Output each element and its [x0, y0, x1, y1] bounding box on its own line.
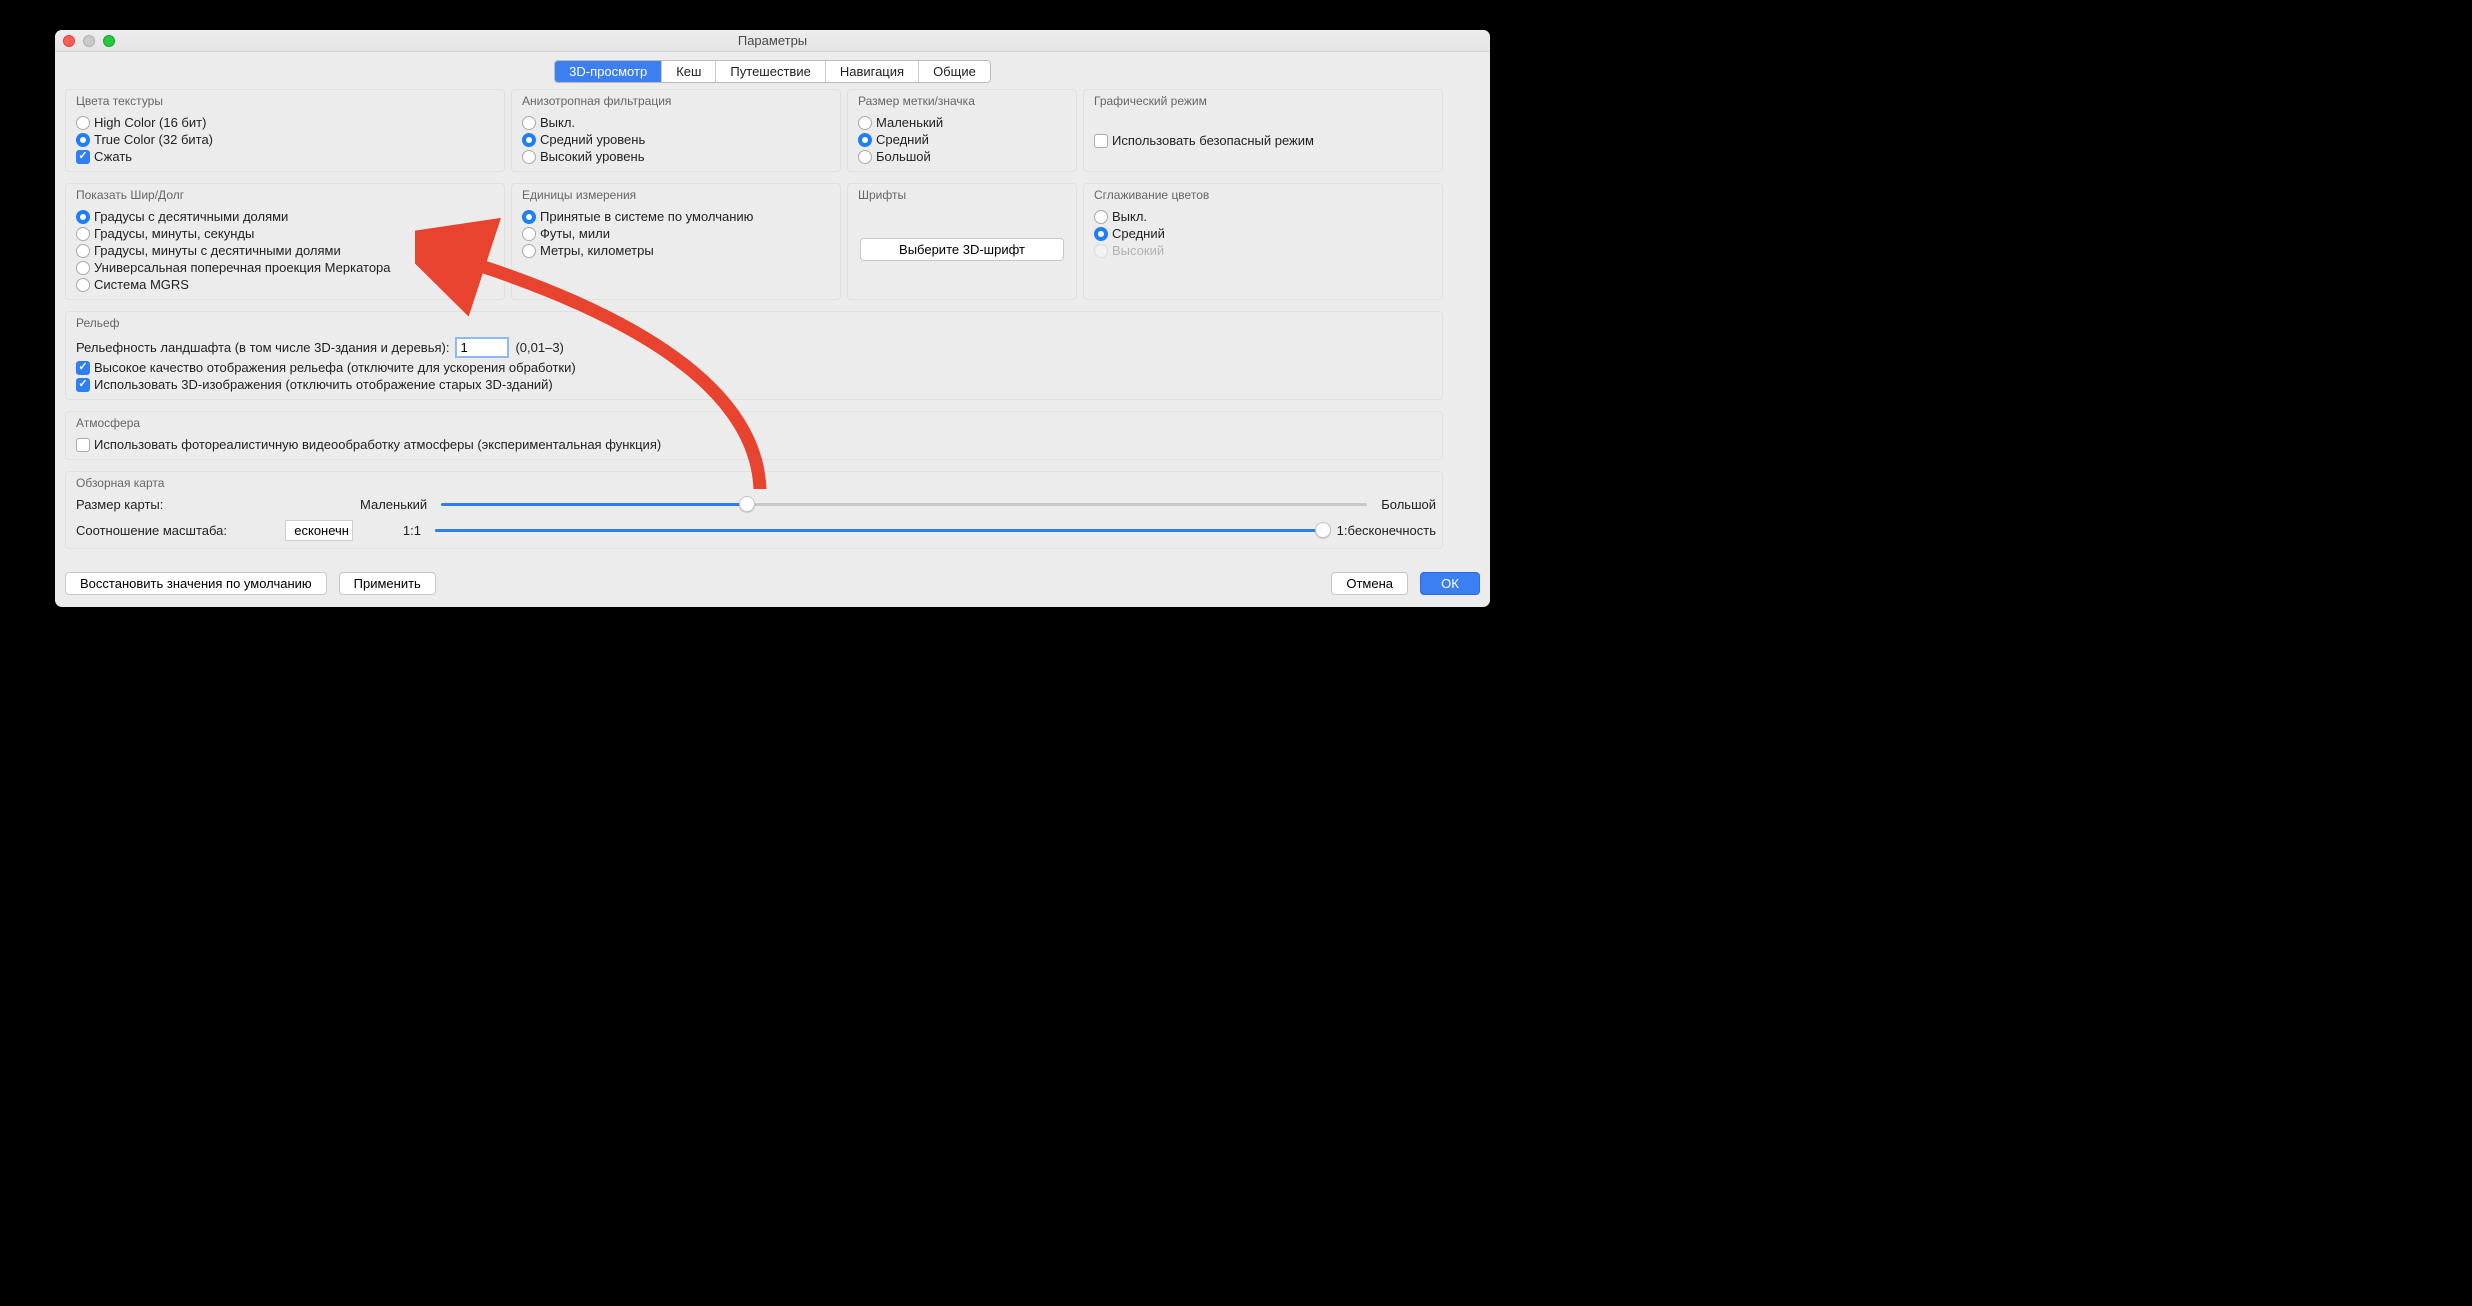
restore-defaults-button[interactable]: Восстановить значения по умолчанию [65, 572, 327, 595]
group-texture-colors: Цвета текстуры High Color (16 бит) True … [65, 89, 505, 172]
opt-high-color[interactable]: High Color (16 бит) [72, 114, 498, 131]
tab-cache[interactable]: Кеш [662, 61, 716, 82]
overview-ratio-1-1: 1:1 [367, 523, 421, 538]
overview-zoom-slider[interactable] [435, 524, 1323, 538]
tab-bar: 3D-просмотр Кеш Путешествие Навигация Об… [65, 60, 1480, 83]
chk-terrain-quality[interactable]: Высокое качество отображения рельефа (от… [72, 359, 1436, 376]
group-latlon: Показать Шир/Долг Градусы с десятичными … [65, 183, 505, 300]
group-title: Размер метки/значка [858, 94, 1070, 108]
group-overview: Обзорная карта Размер карты: Маленький Б… [65, 471, 1443, 549]
group-title: Сглаживание цветов [1094, 188, 1436, 202]
overview-big-label: Большой [1381, 497, 1436, 512]
group-title: Обзорная карта [76, 476, 1436, 490]
group-title: Цвета текстуры [76, 94, 498, 108]
opt-latlon-decimal[interactable]: Градусы с десятичными долями [72, 208, 498, 225]
apply-button[interactable]: Применить [339, 572, 436, 595]
overview-zoom-input[interactable] [285, 520, 353, 541]
tab-general[interactable]: Общие [919, 61, 990, 82]
overview-ratio-inf: 1:бесконечность [1337, 523, 1436, 538]
group-title: Графический режим [1094, 94, 1436, 108]
opt-latlon-utm[interactable]: Универсальная поперечная проекция Меркат… [72, 259, 498, 276]
group-icon-size: Размер метки/значка Маленький Средний Бо… [847, 89, 1077, 172]
tab-3d-view[interactable]: 3D-просмотр [555, 61, 662, 82]
group-atmosphere: Атмосфера Использовать фотореалистичную … [65, 411, 1443, 460]
terrain-exag-range: (0,01–3) [515, 340, 563, 355]
opt-icon-small[interactable]: Маленький [854, 114, 1070, 131]
opt-aniso-off[interactable]: Выкл. [518, 114, 834, 131]
chk-photorealistic-atm[interactable]: Использовать фотореалистичную видеообраб… [72, 436, 1436, 453]
tab-touring[interactable]: Путешествие [716, 61, 825, 82]
opt-icon-big[interactable]: Большой [854, 148, 1070, 165]
group-title: Единицы измерения [522, 188, 834, 202]
terrain-exag-label: Рельефность ландшафта (в том числе 3D-зд… [76, 340, 449, 355]
chk-compress[interactable]: Сжать [72, 148, 498, 165]
tab-navigation[interactable]: Навигация [826, 61, 919, 82]
opt-aniso-mid[interactable]: Средний уровень [518, 131, 834, 148]
opt-latlon-mgrs[interactable]: Система MGRS [72, 276, 498, 293]
group-antialias: Сглаживание цветов Выкл. Средний Высокий [1083, 183, 1443, 300]
cancel-button[interactable]: Отмена [1331, 572, 1408, 595]
choose-3d-font-button[interactable]: Выберите 3D-шрифт [860, 238, 1064, 261]
ok-button[interactable]: ОК [1420, 572, 1480, 595]
window-title: Параметры [55, 33, 1490, 48]
chk-safe-mode[interactable]: Использовать безопасный режим [1090, 132, 1436, 149]
overview-zoom-label: Соотношение масштаба: [76, 523, 271, 538]
preferences-window: Параметры 3D-просмотр Кеш Путешествие На… [55, 30, 1490, 607]
group-title: Анизотропная фильтрация [522, 94, 834, 108]
opt-aniso-high[interactable]: Высокий уровень [518, 148, 834, 165]
opt-units-default[interactable]: Принятые в системе по умолчанию [518, 208, 834, 225]
opt-aa-high: Высокий [1090, 242, 1436, 259]
group-title: Показать Шир/Долг [76, 188, 498, 202]
group-title: Шрифты [858, 188, 1070, 202]
opt-aa-mid[interactable]: Средний [1090, 225, 1436, 242]
opt-units-meters[interactable]: Метры, километры [518, 242, 834, 259]
footer: Восстановить значения по умолчанию Приме… [55, 564, 1490, 607]
group-fonts: Шрифты Выберите 3D-шрифт [847, 183, 1077, 300]
chk-3d-imagery[interactable]: Использовать 3D-изображения (отключить о… [72, 376, 1436, 393]
opt-icon-mid[interactable]: Средний [854, 131, 1070, 148]
group-title: Атмосфера [76, 416, 1436, 430]
overview-size-slider[interactable] [441, 498, 1367, 512]
group-graphics-mode: Графический режим Использовать безопасны… [1083, 89, 1443, 172]
overview-small-label: Маленький [360, 497, 427, 512]
opt-latlon-dm-decimal[interactable]: Градусы, минуты с десятичными долями [72, 242, 498, 259]
group-anisotropic: Анизотропная фильтрация Выкл. Средний ур… [511, 89, 841, 172]
terrain-exag-input[interactable] [455, 337, 509, 358]
group-title: Рельеф [76, 316, 1436, 330]
titlebar: Параметры [55, 30, 1490, 52]
content: 3D-просмотр Кеш Путешествие Навигация Об… [55, 52, 1490, 564]
opt-units-feet[interactable]: Футы, мили [518, 225, 834, 242]
group-terrain: Рельеф Рельефность ландшафта (в том числ… [65, 311, 1443, 400]
opt-latlon-dms[interactable]: Градусы, минуты, секунды [72, 225, 498, 242]
opt-true-color[interactable]: True Color (32 бита) [72, 131, 498, 148]
opt-aa-off[interactable]: Выкл. [1090, 208, 1436, 225]
group-units: Единицы измерения Принятые в системе по … [511, 183, 841, 300]
overview-size-label: Размер карты: [76, 497, 346, 512]
